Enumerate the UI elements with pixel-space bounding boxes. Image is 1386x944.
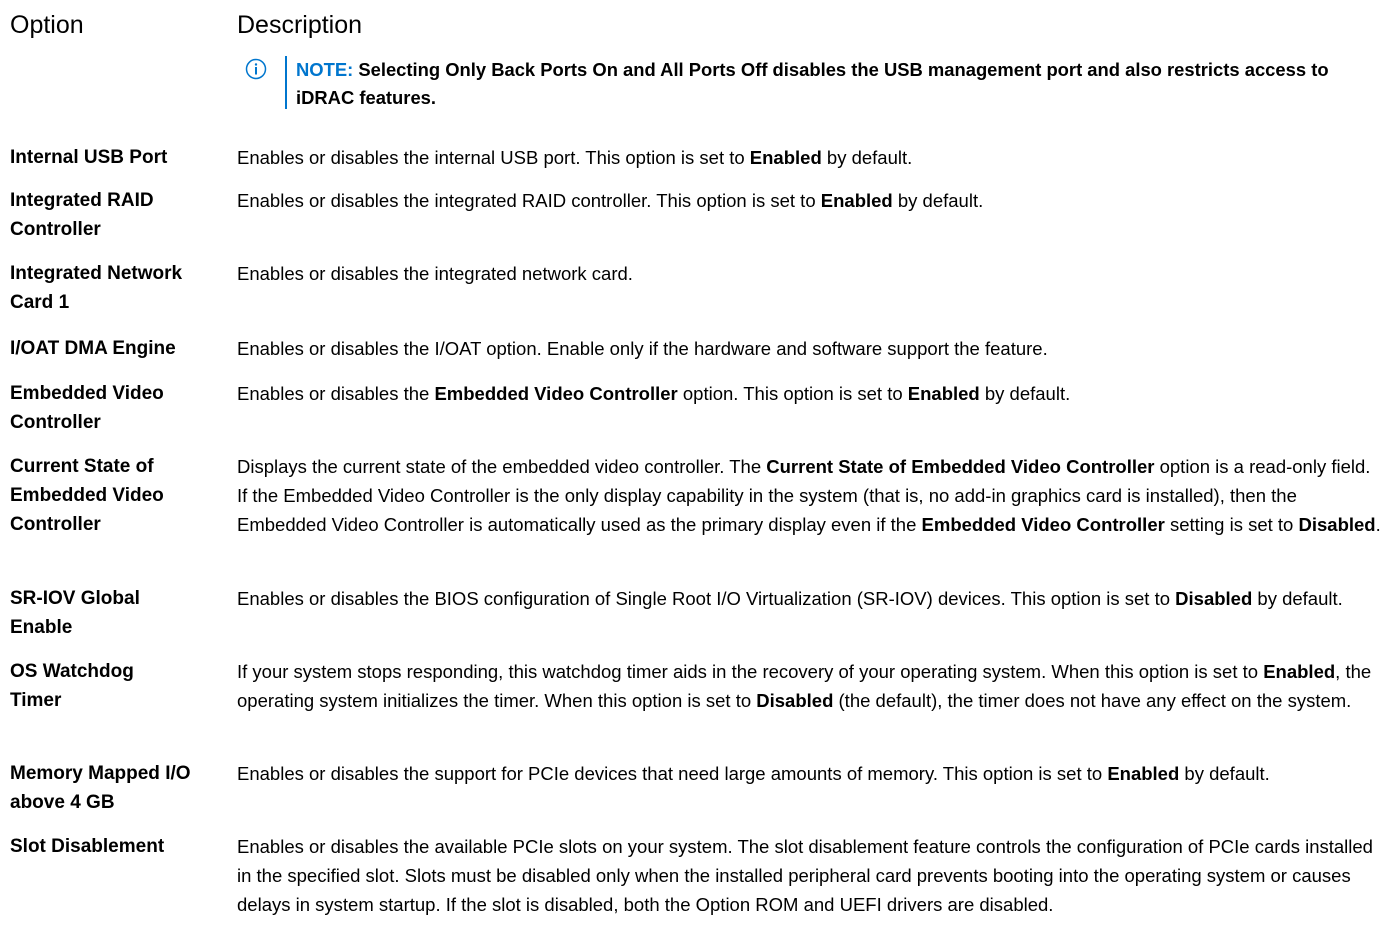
description-text: Displays the current state of the embedd… — [237, 456, 767, 477]
description-text: Enables or disables the — [237, 383, 435, 404]
description-text: . — [1375, 514, 1381, 535]
bold-term: Embedded Video Controller — [921, 514, 1165, 535]
description-text: by default. — [892, 190, 984, 211]
note-label: NOTE: — [296, 59, 354, 80]
bold-term: Current State of Embedded Video Controll… — [766, 456, 1155, 477]
description-text: If your system stops responding, this wa… — [237, 661, 1264, 682]
option-name: Memory Mapped I/O above 4 GB — [10, 763, 191, 813]
option-description: Displays the current state of the embedd… — [237, 452, 1385, 539]
option-name: Integrated RAID Controller — [10, 190, 154, 240]
option-description: Enables or disables the integrated RAID … — [237, 186, 1385, 215]
bold-term: Enabled — [820, 190, 893, 211]
description-text: (the default), the timer does not have a… — [833, 690, 1352, 711]
description-text: Enables or disables the BIOS configurati… — [237, 588, 1176, 609]
bold-term: Enabled — [749, 147, 822, 168]
description-text: by default. — [1179, 763, 1270, 784]
option-name: Integrated Network Card 1 — [10, 263, 183, 313]
bold-term: Enabled — [907, 383, 980, 404]
info-icon — [245, 58, 267, 80]
bold-term: Disabled — [1298, 514, 1376, 535]
description-text: by default. — [821, 147, 913, 168]
note-divider — [285, 56, 287, 109]
option-name: SR-IOV Global Enable — [10, 588, 140, 638]
option-description: Enables or disables the BIOS configurati… — [237, 584, 1385, 613]
note-text: NOTE: Selecting Only Back Ports On and A… — [296, 56, 1356, 112]
description-text: Enables or disables the available PCIe s… — [237, 836, 1373, 915]
description-text: by default. — [1252, 588, 1343, 609]
bold-term: Embedded Video Controller — [434, 383, 678, 404]
description-text: option. This option is set to — [677, 383, 908, 404]
column-header-description: Description — [237, 11, 363, 39]
option-description: Enables or disables the available PCIe s… — [237, 832, 1385, 919]
option-name: Current State of Embedded Video Controll… — [10, 456, 164, 535]
option-description: Enables or disables the Embedded Video C… — [237, 379, 1385, 408]
bold-term: Enabled — [1107, 763, 1180, 784]
bold-term: Disabled — [1175, 588, 1253, 609]
description-text: Enables or disables the internal USB por… — [237, 147, 750, 168]
bold-term: Disabled — [756, 690, 834, 711]
description-text: Enables or disables the integrated RAID … — [237, 190, 821, 211]
option-description: Enables or disables the integrated netwo… — [237, 259, 1385, 288]
option-description: Enables or disables the I/OAT option. En… — [237, 334, 1385, 363]
description-text: Enables or disables the I/OAT option. En… — [237, 338, 1048, 359]
description-text: Enables or disables the integrated netwo… — [237, 263, 633, 284]
option-description: If your system stops responding, this wa… — [237, 657, 1385, 715]
option-name: Slot Disablement — [10, 836, 165, 857]
option-description: Enables or disables the support for PCIe… — [237, 759, 1385, 788]
option-description: Enables or disables the internal USB por… — [237, 143, 1385, 172]
bold-term: Enabled — [1263, 661, 1336, 682]
note-body: Selecting Only Back Ports On and All Por… — [296, 59, 1329, 108]
description-text: setting is set to — [1164, 514, 1299, 535]
option-name: Embedded Video Controller — [10, 383, 164, 433]
column-header-option: Option — [10, 11, 84, 39]
option-name: OS Watchdog Timer — [10, 661, 134, 711]
description-text: Enables or disables the support for PCIe… — [237, 763, 1108, 784]
description-text: by default. — [979, 383, 1071, 404]
option-name: I/OAT DMA Engine — [10, 338, 176, 359]
option-name: Internal USB Port — [10, 147, 168, 168]
